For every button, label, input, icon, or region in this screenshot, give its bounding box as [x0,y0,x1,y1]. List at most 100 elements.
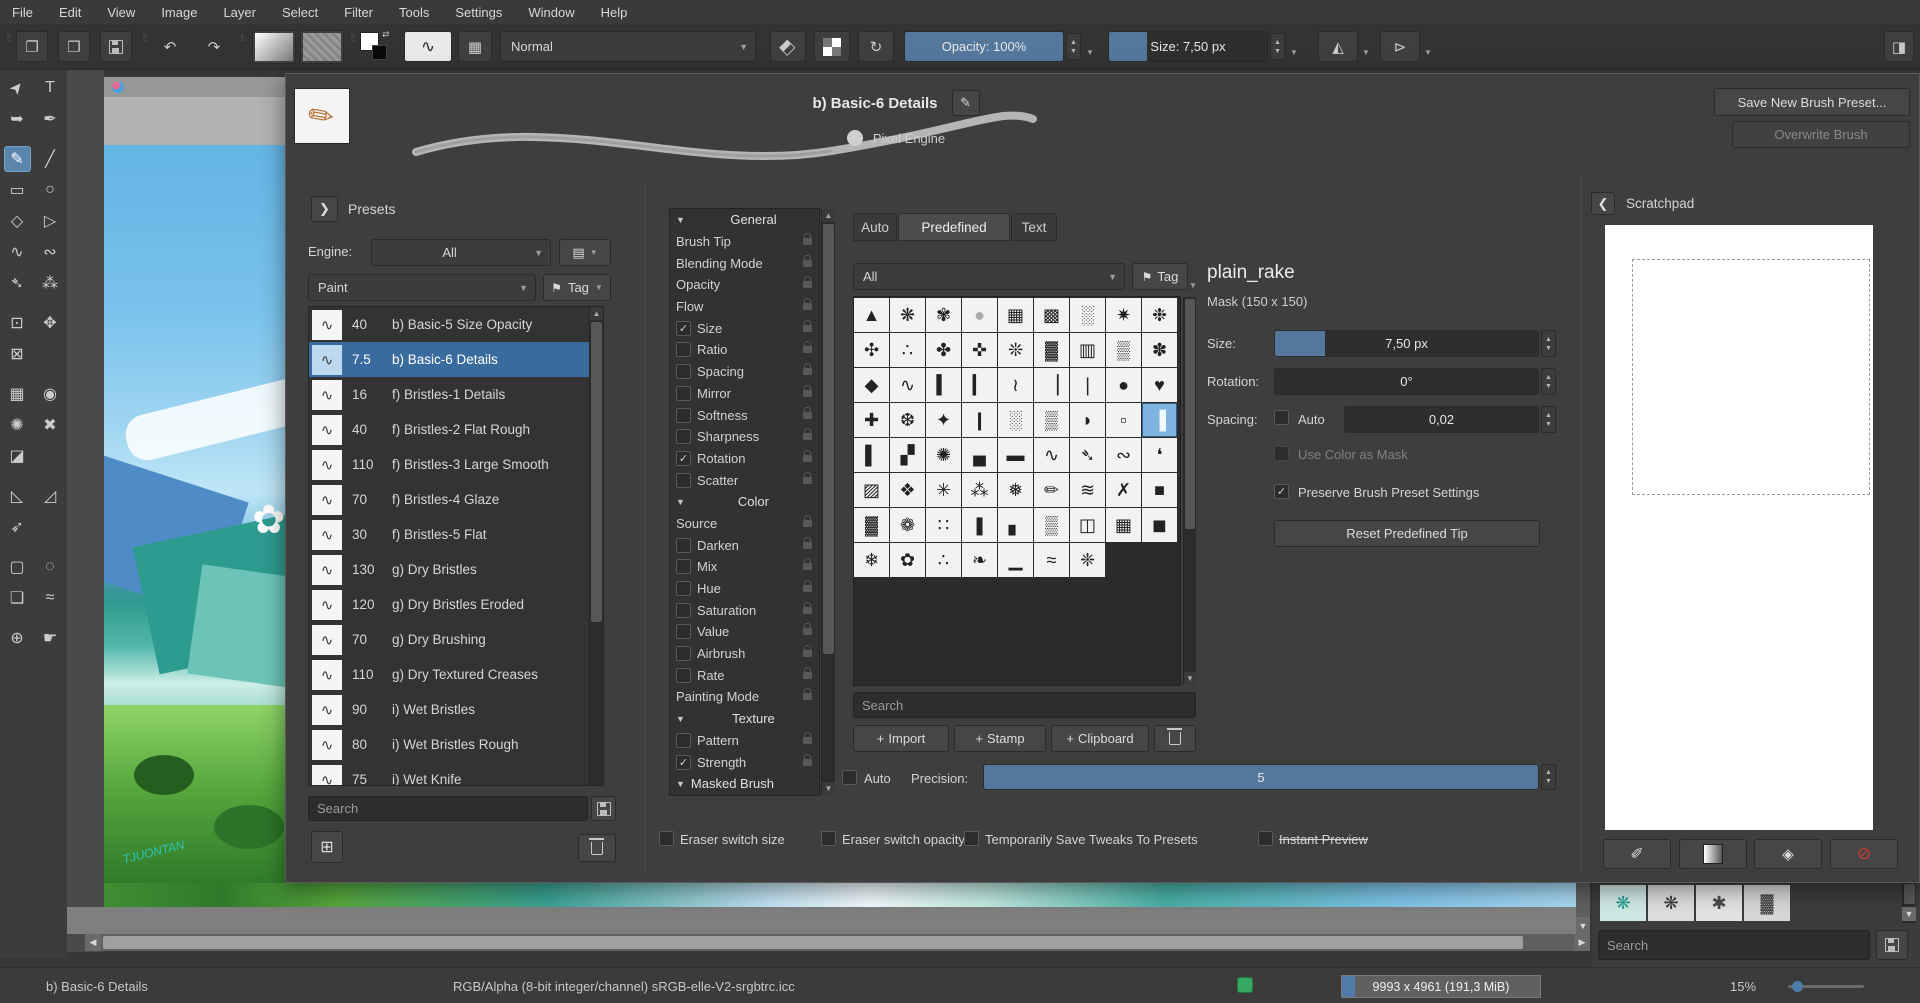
line-tool[interactable]: ╱ [37,146,64,172]
brush-tip-cell[interactable]: ● [1106,368,1141,402]
preset-list-scrollbar[interactable]: ▲ [589,307,603,785]
use-color-as-mask-checkbox[interactable] [1274,446,1289,461]
save-button[interactable] [100,31,132,62]
option-checkbox[interactable] [676,668,691,683]
assistants-tool[interactable]: ◺ [4,483,31,509]
footer-checkbox-1[interactable] [821,831,836,846]
option-row-ratio[interactable]: Ratio [670,339,819,361]
brush-tip-cell[interactable]: ⁂ [962,473,997,507]
brush-tip-cell[interactable]: ❛ [1142,438,1177,472]
footer-checkbox-3[interactable] [1258,831,1273,846]
tip-size-slider[interactable]: 7,50 px [1274,330,1539,357]
tip-filter-dropdown[interactable]: All▼ [853,263,1125,290]
brush-tip-cell[interactable]: ▁ [998,543,1033,577]
scratchpad-collapse-button[interactable]: ❮ [1591,192,1615,215]
toolbar-grip[interactable]: ⣿⣿⣿ [6,34,11,60]
ellipse-tool[interactable]: ○ [37,177,64,203]
brush-tip-cell[interactable]: ▞ [890,438,925,472]
option-checkbox[interactable]: ✓ [676,755,691,770]
clipboard-tip-button[interactable]: +Clipboard [1051,725,1149,752]
option-row-strength[interactable]: ✓Strength [670,751,819,773]
preset-row[interactable]: ∿80i) Wet Bristles Rough [309,727,603,762]
brush-tip-cell[interactable]: ∾ [1106,438,1141,472]
brush-tip-cell[interactable]: ▲ [854,298,889,332]
option-checkbox[interactable] [676,429,691,444]
option-row-painting-mode[interactable]: Painting Mode [670,686,819,708]
tip-grid-scroll-handle[interactable] [1185,299,1195,529]
menu-image[interactable]: Image [161,5,197,20]
brush-tip-cell[interactable]: ■ [1142,473,1177,507]
ellipse-select-tool[interactable]: ◌ [37,554,64,580]
freehand-path-tool[interactable]: ∾ [37,239,64,265]
option-row-mirror[interactable]: Mirror [670,383,819,405]
delete-preset-button[interactable] [578,834,616,862]
preset-row[interactable]: ∿110g) Dry Textured Creases [309,657,603,692]
option-row-mix[interactable]: Mix [670,556,819,578]
brush-tip-cell[interactable]: ░ [998,403,1033,437]
brush-tip-cell[interactable]: ❆ [890,403,925,437]
brush-tip-cell[interactable]: ❉ [1142,298,1177,332]
new-document-button[interactable]: ❐ [16,31,48,62]
tab-predefined[interactable]: Predefined [898,213,1010,241]
brush-tip-cell[interactable]: ✾ [926,298,961,332]
preset-list-scroll-handle[interactable] [591,322,602,622]
options-scroll-handle[interactable] [823,224,834,654]
brush-tip-cell[interactable]: ▕ [1034,368,1069,402]
brush-tip-cell[interactable]: ❈ [1070,543,1105,577]
pan-tool[interactable]: ☛ [37,625,64,651]
reference-images-tool[interactable]: ➶ [4,514,31,540]
opacity-slider[interactable]: Opacity: 100% [904,31,1064,62]
zoom-tool[interactable]: ⊕ [4,625,31,651]
brush-tip-cell[interactable]: ✗ [1106,473,1141,507]
option-row-softness[interactable]: Softness [670,404,819,426]
brush-tip-cell[interactable]: ▫ [1106,403,1141,437]
scratchpad-paint-button[interactable]: ✐ [1603,839,1671,869]
option-checkbox[interactable] [676,733,691,748]
option-row-darken[interactable]: Darken [670,534,819,556]
multibrush-tool[interactable]: ⁂ [37,270,64,296]
gradient-chooser-button[interactable] [252,30,296,64]
option-checkbox[interactable] [676,581,691,596]
footer-checkbox-0[interactable] [659,831,674,846]
option-row-masked-brush[interactable]: ▼Masked Brush [670,773,819,795]
brush-tip-cell[interactable]: ▓ [854,508,889,542]
option-checkbox[interactable] [676,386,691,401]
preset-row[interactable]: ∿7.5b) Basic-6 Details [309,342,603,377]
brush-tip-cell[interactable]: ∿ [1034,438,1069,472]
option-row-rotation[interactable]: ✓Rotation [670,448,819,470]
scroll-up-arrow[interactable]: ▲ [590,307,603,320]
spacing-slider[interactable]: 0,02 [1344,406,1539,433]
option-row-source[interactable]: Source [670,513,819,535]
brush-tip-cell[interactable]: ▦ [1106,508,1141,542]
brush-tip-cell[interactable]: ◫ [1070,508,1105,542]
rectangle-tool[interactable]: ▭ [4,177,31,203]
preserve-settings-checkbox[interactable]: ✓ [1274,484,1289,499]
brush-tip-cell[interactable]: ❖ [890,473,925,507]
preset-search-input[interactable]: Search [308,796,588,821]
text-tool[interactable]: T [37,75,64,101]
eraser-mode-button[interactable]: ◧ [770,31,806,62]
menu-tools[interactable]: Tools [399,5,429,20]
select-shapes-tool[interactable]: ➤ [4,75,31,101]
brush-tip-cell[interactable]: ✦ [926,403,961,437]
scratchpad-clear-button[interactable]: ⊘ [1830,839,1898,869]
preset-row[interactable]: ∿16f) Bristles-1 Details [309,377,603,412]
option-row-sharpness[interactable]: Sharpness [670,426,819,448]
brush-tip-cell[interactable]: ❊ [998,333,1033,367]
brush-tip-cell[interactable]: ✳ [926,473,961,507]
brush-tip-cell[interactable]: ∴ [890,333,925,367]
option-row-saturation[interactable]: Saturation [670,599,819,621]
foreground-background-colors[interactable]: ⇄ [360,32,394,64]
brush-tip-cell[interactable]: ▦ [998,298,1033,332]
color-sampler-tool[interactable]: ◉ [37,381,64,407]
docker-preset-thumbnail[interactable]: ❋ [1648,885,1694,921]
brush-tip-cell[interactable]: ✣ [854,333,889,367]
calligraphy-tool[interactable]: ✒ [37,106,64,132]
brush-tip-cell[interactable]: ➴ [1070,438,1105,472]
precision-auto-checkbox[interactable] [842,770,857,785]
scroll-down-arrow[interactable]: ▼ [1184,672,1196,685]
chevron-down-icon[interactable]: ▼ [1189,281,1197,290]
preset-row[interactable]: ∿130g) Dry Bristles [309,552,603,587]
docker-scroll-down-arrow[interactable]: ▼ [1902,907,1916,921]
opacity-spinner[interactable]: ▲▼ [1066,33,1081,60]
